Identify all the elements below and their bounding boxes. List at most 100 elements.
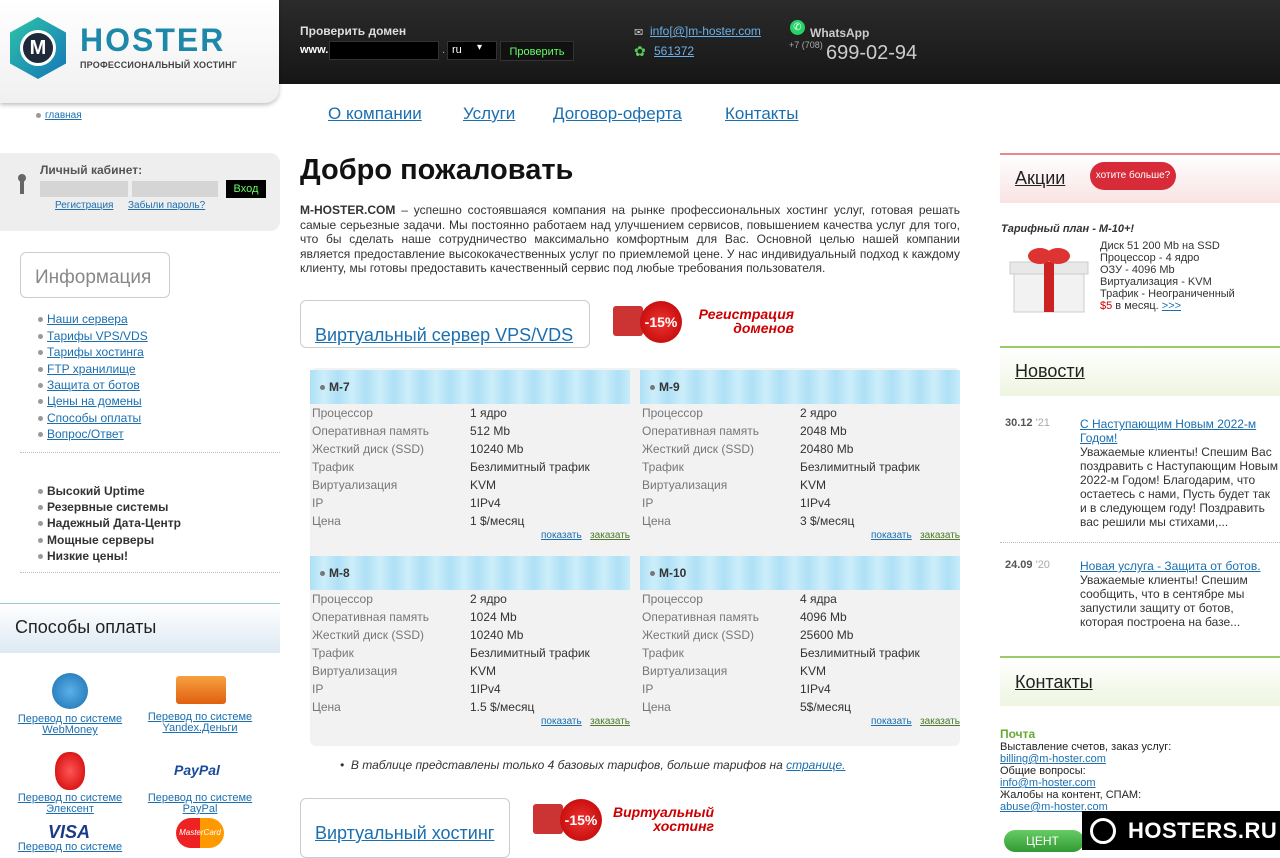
page-title: Добро пожаловать — [300, 154, 574, 186]
divider — [20, 452, 280, 453]
promo-more-link[interactable]: >>> — [1162, 300, 1181, 312]
nav-services[interactable]: Услуги — [463, 104, 515, 124]
promo-hosting[interactable]: Виртуальный хостинг — [610, 805, 714, 833]
plan-row-value: 10240 Mb — [470, 442, 524, 456]
nav-about[interactable]: О компании — [328, 104, 422, 124]
general-email-link[interactable]: info@m-hoster.com — [1000, 777, 1096, 789]
breadcrumb-home[interactable]: главная — [36, 110, 82, 121]
check-domain-button[interactable]: Проверить — [500, 41, 574, 61]
domain-input[interactable] — [329, 41, 439, 60]
promo-price-line: $5 в месяц. >>> — [1100, 300, 1181, 312]
plan-row-label: Жесткий диск (SSD) — [642, 628, 755, 642]
info-link-faq[interactable]: Вопрос/Ответ — [38, 427, 124, 441]
forgot-password-link[interactable]: Забыли пароль? — [128, 200, 205, 211]
show-plan-link[interactable]: показать — [871, 716, 912, 727]
plan-row-value: 25600 Mb — [800, 628, 854, 642]
show-plan-link[interactable]: показать — [541, 530, 582, 541]
plan-row: IP 1IPv4 — [310, 680, 630, 698]
center-button[interactable]: ЦЕНТ — [1004, 830, 1084, 852]
news-title[interactable]: Новости — [1015, 361, 1085, 382]
contacts-title[interactable]: Контакты — [1015, 672, 1093, 693]
paypal-icon: PayPal — [174, 762, 220, 778]
feature-item: Резервные системы — [38, 500, 168, 514]
plan-row-value: 4096 Mb — [800, 610, 847, 624]
payment-yandex[interactable]: Перевод по системе Yandex.Деньги — [140, 712, 260, 734]
billing-email-link[interactable]: billing@m-hoster.com — [1000, 753, 1106, 765]
general-label: Общие вопросы: — [1000, 765, 1086, 777]
phone-number: 699-02-94 — [826, 42, 918, 64]
login-password-input[interactable] — [132, 181, 218, 197]
plan-row-label: Цена — [642, 514, 671, 528]
order-plan-link[interactable]: заказать — [920, 530, 960, 541]
logo[interactable]: M HOSTER ПРОФЕССИОНАЛЬНЫЙ ХОСТИНГ — [0, 0, 279, 103]
order-plan-link[interactable]: заказать — [590, 716, 630, 727]
plan-row-value: 2 ядро — [470, 592, 507, 606]
nav-offer[interactable]: Договор-оферта — [553, 104, 682, 124]
show-plan-link[interactable]: показать — [541, 716, 582, 727]
plan-row-value: 10240 Mb — [470, 628, 524, 642]
login-button[interactable]: Вход — [226, 180, 266, 198]
divider — [1000, 542, 1280, 543]
news-item-title[interactable]: Новая услуга - Защита от ботов. — [1080, 559, 1280, 573]
plan-row-value: 20480 Mb — [800, 442, 854, 456]
discount-badge: -15% — [560, 799, 602, 841]
more-tariffs-link[interactable]: странице. — [786, 758, 845, 772]
promo-domains[interactable]: Регистрация доменов — [690, 307, 794, 335]
promo-spec: Трафик - Неограниченный — [1100, 288, 1235, 300]
tab-hosting[interactable]: Виртуальный хостинг — [300, 798, 510, 858]
email-link[interactable]: info[@]m-hoster.com — [650, 24, 761, 38]
news-item-body: Уважаемые клиенты! Спешим сообщить, что … — [1080, 573, 1248, 629]
login-username-input[interactable] — [40, 181, 128, 197]
payment-visa[interactable]: Перевод по системе — [10, 842, 130, 853]
brand-name: M-HOSTER.COM — [300, 203, 396, 217]
info-heading: Информация — [20, 252, 170, 298]
info-link-vps-tariffs[interactable]: Тарифы VPS/VDS — [38, 329, 148, 343]
plan-row-label: Виртуализация — [642, 478, 728, 492]
payment-paypal[interactable]: Перевод по системе PayPal — [140, 793, 260, 815]
plan-row-value: 1 $/месяц — [470, 514, 525, 528]
plan-row-label: Процессор — [642, 592, 703, 606]
plan-row: Трафик Безлимитный трафик — [640, 644, 960, 662]
tld-select[interactable]: ru — [447, 41, 497, 60]
plan-row-value: KVM — [800, 478, 827, 492]
plan-row: Жесткий диск (SSD) 25600 Mb — [640, 626, 960, 644]
gift-box-icon — [1009, 248, 1089, 313]
plan-table: M-9 Процессор 2 ядро Оперативная память 2048… — [640, 370, 960, 541]
tab-vps[interactable]: Виртуальный сервер VPS/VDS — [300, 300, 590, 348]
login-label: Личный кабинет: — [40, 163, 143, 177]
order-plan-link[interactable]: заказать — [920, 716, 960, 727]
plan-row-value: 1IPv4 — [800, 682, 831, 696]
info-link-domain-prices[interactable]: Цены на домены — [38, 394, 142, 408]
nav-contacts[interactable]: Контакты — [725, 104, 798, 124]
plan-row: Цена 5$/месяц — [640, 698, 960, 716]
info-link-payment[interactable]: Способы оплаты — [38, 411, 141, 425]
promo-title[interactable]: Акции — [1015, 168, 1065, 189]
order-plan-link[interactable]: заказать — [590, 530, 630, 541]
info-link-hosting-tariffs[interactable]: Тарифы хостинга — [38, 345, 144, 359]
icq-link[interactable]: 561372 — [654, 44, 694, 58]
promo-plan-name: Тарифный план - M-10+! — [1001, 223, 1135, 235]
plan-row: Трафик Безлимитный трафик — [310, 644, 630, 662]
info-link-bot-protection[interactable]: Защита от ботов — [38, 378, 140, 392]
plan-row-label: IP — [642, 496, 654, 510]
plan-row-value: 1.5 $/месяц — [470, 700, 535, 714]
payment-elexnet[interactable]: Перевод по системе Элексент — [10, 793, 130, 815]
feature-item: Мощные серверы — [38, 533, 154, 547]
elexnet-icon — [55, 752, 85, 790]
promo-spec: Диск 51 200 Mb на SSD — [1100, 240, 1220, 252]
news-date: 30.12 '21 — [1005, 417, 1050, 429]
news-item-title[interactable]: С Наступающим Новым 2022-м Годом! — [1080, 417, 1280, 445]
show-plan-link[interactable]: показать — [871, 530, 912, 541]
plan-row-label: Жесткий диск (SSD) — [312, 442, 425, 456]
logo-tagline: ПРОФЕССИОНАЛЬНЫЙ ХОСТИНГ — [80, 60, 238, 70]
plan-table: M-8 Процессор 2 ядро Оперативная память 1024… — [310, 556, 630, 727]
plan-row-value: 1IPv4 — [470, 496, 501, 510]
whatsapp-icon: ✆ — [790, 20, 805, 35]
payment-webmoney[interactable]: Перевод по системе WebMoney — [10, 714, 130, 736]
visa-icon: VISA — [48, 822, 91, 842]
want-more-button[interactable]: хотите больше? — [1090, 162, 1176, 190]
info-link-ftp[interactable]: FTP хранилище — [38, 362, 136, 376]
info-link-servers[interactable]: Наши сервера — [38, 312, 128, 326]
mastercard-icon: MasterCard — [176, 818, 224, 848]
register-link[interactable]: Регистрация — [55, 200, 113, 211]
